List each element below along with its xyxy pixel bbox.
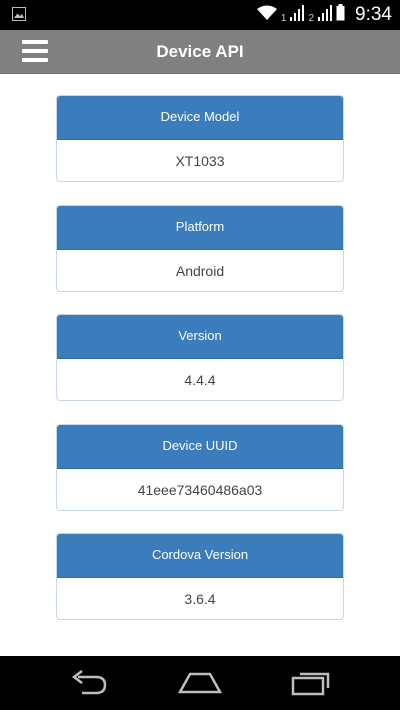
card-header: Platform [57,206,343,250]
card-header: Cordova Version [57,534,343,578]
card-device-model: Device Model XT1033 [56,95,344,182]
recents-icon[interactable] [290,670,332,701]
card-platform: Platform Android [56,205,344,292]
device-info-list: Device Model XT1033 Platform Android Ver… [0,74,400,656]
card-cordova-version: Cordova Version 3.6.4 [56,533,344,620]
wifi-icon [256,5,277,26]
app-bar: Device API [0,30,400,74]
card-value: Android [175,263,225,279]
card-value: 4.4.4 [184,372,216,388]
signal-icon-sim1 [290,4,305,26]
card-device-uuid: Device UUID 41eee73460486a03 [56,424,344,511]
signal-icon-sim2 [318,4,333,26]
battery-icon [336,4,345,26]
clock: 9:34 [355,4,392,25]
sim2-label: 2 [308,12,315,24]
card-value: 41eee73460486a03 [137,482,263,498]
home-icon[interactable] [177,670,223,701]
card-version: Version 4.4.4 [56,314,344,401]
card-value: XT1033 [175,153,225,169]
status-bar: 1 2 9:34 [0,0,400,30]
page-title: Device API [156,42,244,61]
card-header: Device Model [57,96,343,140]
card-value: 3.6.4 [184,591,216,607]
system-nav-bar [0,656,400,710]
card-header: Version [57,315,343,359]
card-header: Device UUID [57,425,343,469]
sim1-label: 1 [280,12,287,24]
image-notification-icon [12,7,26,26]
back-icon[interactable] [68,670,110,701]
